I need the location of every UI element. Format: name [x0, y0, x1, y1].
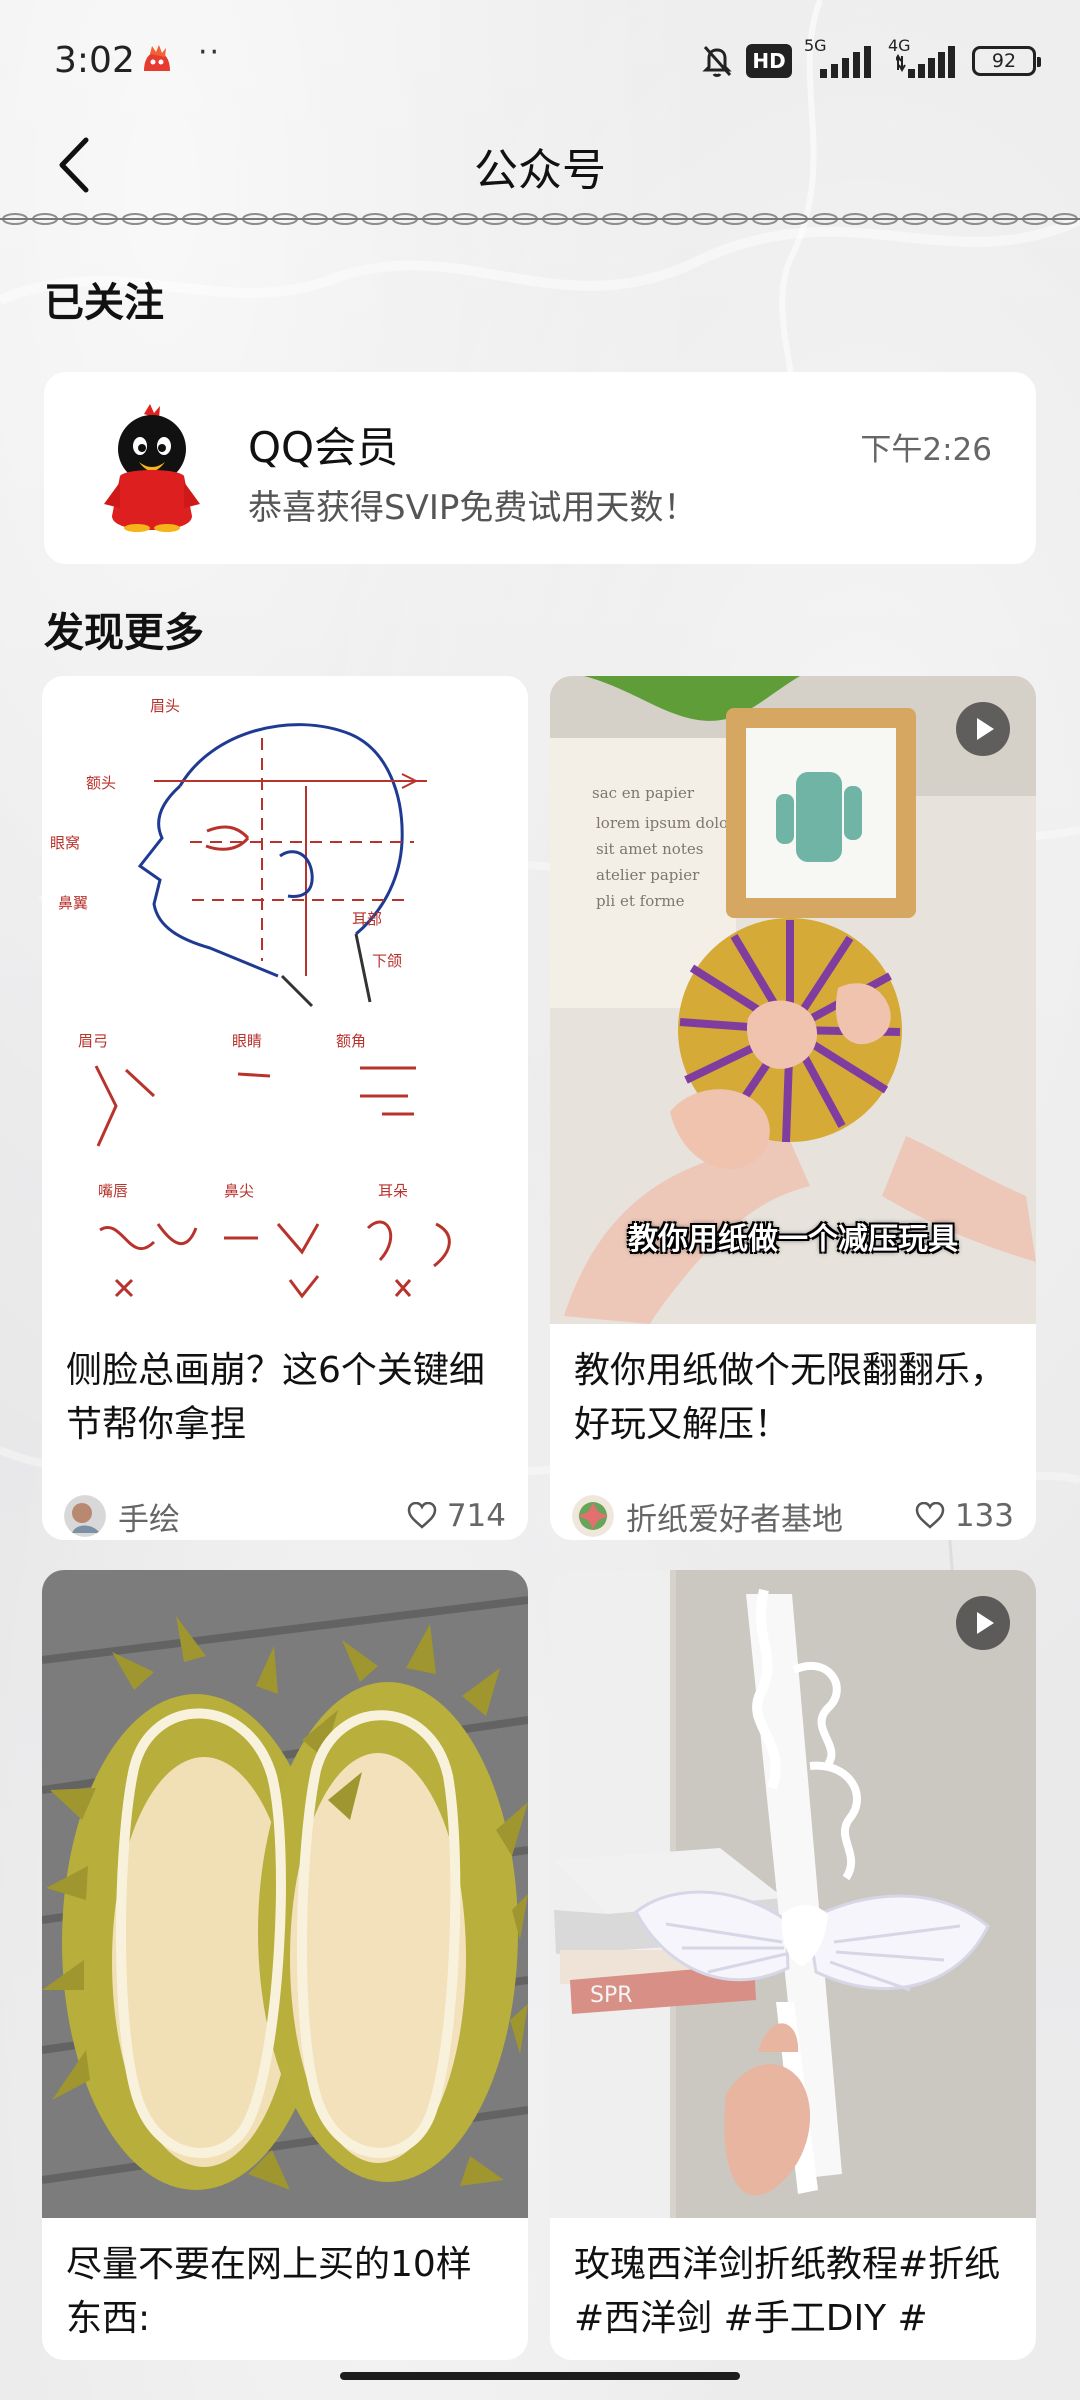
feed-card-side-face-sketch[interactable]: 眉头 额头 眼窝 鼻翼 耳部 下颌 眉弓 眼睛 额角 嘴唇 鼻尖 耳朵 侧脸总画…: [42, 676, 528, 1540]
durian-slippers-image: [42, 1570, 528, 2218]
svg-text:眼睛: 眼睛: [232, 1032, 262, 1050]
account-message-time: 下午2:26: [860, 432, 992, 468]
svg-text:额角: 额角: [336, 1032, 366, 1050]
author[interactable]: 手绘: [64, 1494, 180, 1539]
svg-text:鼻尖: 鼻尖: [224, 1182, 254, 1200]
battery-indicator: 92: [972, 46, 1041, 76]
svg-text:pli et forme: pli et forme: [596, 892, 685, 910]
home-indicator: [340, 2372, 740, 2380]
page-title: 公众号: [474, 145, 606, 196]
svg-text:下颌: 下颌: [372, 952, 402, 970]
penguin-avatar-icon: [104, 404, 200, 532]
svg-text:眼窝: 眼窝: [50, 834, 80, 852]
signal-5g-icon: 5G: [804, 36, 876, 80]
svg-text:耳部: 耳部: [352, 910, 382, 928]
play-icon: [956, 702, 1010, 756]
followed-section-title: 已关注: [44, 280, 164, 326]
heart-icon: [915, 1502, 945, 1529]
feed-title: 玫瑰西洋剑折纸教程#折纸 #西洋剑 #手工DIY #: [574, 2244, 1001, 2339]
feed-card-paper-toy[interactable]: sac en papier lorem ipsum dolor sit amet…: [550, 676, 1036, 1540]
feed-title: 教你用纸做个无限翻翻乐，好玩又解压！: [574, 1350, 1007, 1445]
author-name: 手绘: [118, 1501, 180, 1538]
author[interactable]: 折纸爱好者基地: [572, 1494, 843, 1539]
chain-divider: [0, 210, 1080, 228]
side-face-sketch-image: 眉头 额头 眼窝 鼻翼 耳部 下颌 眉弓 眼睛 额角 嘴唇 鼻尖 耳朵: [42, 676, 528, 1324]
feed-card-durian-slippers[interactable]: 尽量不要在网上买的10样东西:: [42, 1570, 528, 2360]
author-name: 折纸爱好者基地: [626, 1501, 843, 1538]
system-status-icons: HD 5G 4G 92: [700, 36, 1041, 80]
svg-text:鼻翼: 鼻翼: [58, 894, 88, 912]
svg-text:atelier papier: atelier papier: [596, 866, 700, 884]
feed-title: 侧脸总画崩？这6个关键细节帮你拿捏: [66, 1350, 485, 1445]
svg-text:耳朵: 耳朵: [378, 1182, 408, 1200]
feed-card-paper-sword[interactable]: SPR 玫瑰西洋剑折纸教程#折纸 #西洋剑 #手工DIY #: [550, 1570, 1036, 2360]
status-bar: 3:02 ·· HD 5G 4G 92: [0, 0, 1080, 126]
video-caption: 教你用纸做一个减压玩具: [628, 1222, 958, 1257]
account-name: QQ会员: [248, 423, 399, 472]
heart-icon: [407, 1502, 437, 1529]
svg-text:眉头: 眉头: [150, 697, 180, 715]
more-notifications-icon: ··: [198, 35, 222, 70]
signal-4g-icon: 4G: [888, 36, 960, 80]
like-button[interactable]: 714: [407, 1498, 506, 1534]
navigation-bar: 公众号: [0, 126, 1080, 216]
feed-meta: 手绘 714: [64, 1491, 506, 1540]
svg-text:额头: 额头: [86, 774, 116, 792]
play-icon: [956, 1596, 1010, 1650]
svg-text:sit amet notes: sit amet notes: [596, 840, 703, 858]
svg-text:lorem ipsum dolor: lorem ipsum dolor: [596, 814, 736, 832]
account-latest-message: 恭喜获得SVIP免费试用天数！: [248, 488, 698, 528]
author-avatar: [64, 1495, 106, 1537]
status-time: 3:02: [54, 40, 135, 81]
mute-bell-icon: [702, 46, 732, 77]
red-app-icon: [144, 45, 170, 71]
feed-title: 尽量不要在网上买的10样东西:: [66, 2244, 472, 2339]
signal-bars-icon: [820, 46, 871, 78]
signal-bars-icon: [896, 46, 955, 78]
paper-toy-video-image: sac en papier lorem ipsum dolor sit amet…: [550, 676, 1036, 1324]
feed-meta: 折纸爱好者基地 133: [572, 1491, 1014, 1540]
like-count: 714: [446, 1498, 506, 1534]
like-count: 133: [954, 1498, 1014, 1534]
hd-badge: HD: [746, 44, 792, 78]
discover-section-title: 发现更多: [44, 610, 204, 656]
svg-text:眉弓: 眉弓: [78, 1032, 108, 1050]
svg-text:嘴唇: 嘴唇: [98, 1182, 128, 1200]
followed-account-card[interactable]: QQ会员 恭喜获得SVIP免费试用天数！ 下午2:26: [44, 372, 1036, 564]
svg-text:sac en papier: sac en papier: [592, 784, 695, 802]
like-button[interactable]: 133: [915, 1498, 1014, 1534]
svg-text:SPR: SPR: [590, 1983, 633, 2008]
author-avatar: [572, 1495, 614, 1537]
paper-sword-video-image: SPR: [550, 1570, 1036, 2218]
